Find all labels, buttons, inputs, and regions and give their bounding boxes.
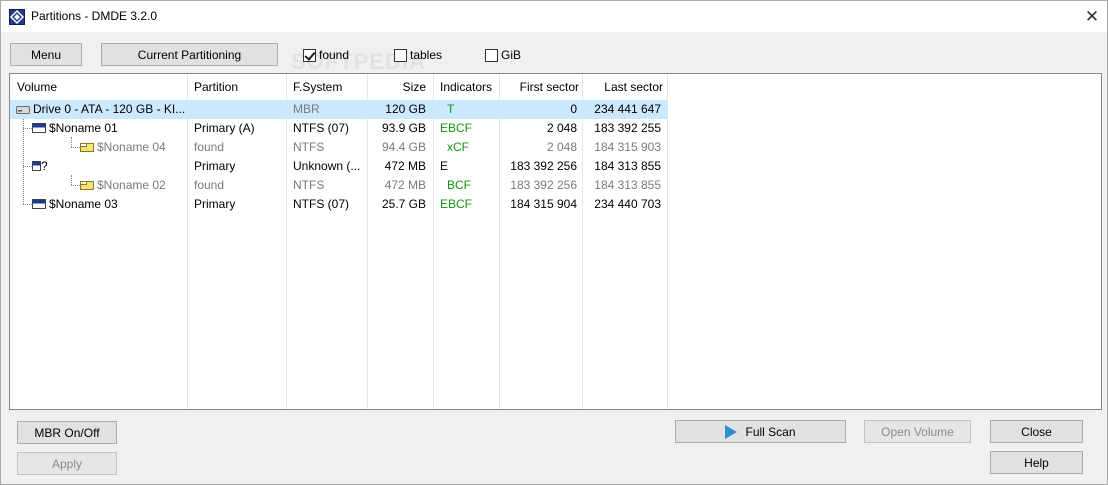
menu-button[interactable]: Menu: [10, 43, 82, 66]
partition-cell: Primary: [194, 197, 236, 211]
window-close-icon[interactable]: ✕: [1077, 1, 1107, 32]
table-row[interactable]: $Noname 04 found NTFS 94.4 GB xCF 2 048 …: [10, 138, 668, 157]
help-button[interactable]: Help: [990, 451, 1083, 474]
partition-icon: [32, 199, 46, 209]
partitions-window: Partitions - DMDE 3.2.0 ✕ Menu Current P…: [0, 0, 1108, 485]
first-sector-cell: 0: [570, 102, 577, 116]
full-scan-button[interactable]: Full Scan: [675, 420, 846, 443]
column-header-first-sector[interactable]: First sector: [500, 74, 579, 100]
column-header-last-sector[interactable]: Last sector: [583, 74, 663, 100]
dmde-app-icon: [9, 9, 25, 25]
tables-checkbox-box[interactable]: [394, 48, 407, 62]
play-icon: [725, 424, 738, 439]
first-sector-cell: 183 392 256: [510, 159, 577, 173]
table-row[interactable]: ? Primary Unknown (... 472 MB E 183 392 …: [10, 157, 668, 176]
title-bar: Partitions - DMDE 3.2.0 ✕: [1, 1, 1107, 32]
indicators-cell: E: [440, 159, 449, 173]
tables-checkbox[interactable]: tables: [394, 47, 442, 63]
current-partitioning-button[interactable]: Current Partitioning: [101, 43, 278, 66]
gib-checkbox[interactable]: GiB: [485, 47, 521, 63]
size-cell: 25.7 GB: [381, 197, 426, 211]
volume-cell: $Noname 02: [97, 178, 166, 192]
partition-cell: Primary (A): [194, 121, 255, 135]
column-header-indicators[interactable]: Indicators: [440, 74, 492, 100]
last-sector-cell: 184 313 855: [594, 178, 661, 192]
first-sector-cell: 2 048: [546, 140, 577, 154]
fsystem-cell: NTFS: [293, 140, 325, 154]
last-sector-cell: 183 392 255: [594, 121, 661, 135]
found-volume-icon: [80, 181, 94, 190]
column-header-size[interactable]: Size: [368, 74, 426, 100]
indicators-cell: xCF: [447, 140, 469, 154]
mbr-onoff-button[interactable]: MBR On/Off: [17, 421, 117, 444]
first-sector-cell: 183 392 256: [510, 178, 577, 192]
last-sector-cell: 234 441 647: [594, 102, 661, 116]
partition-cell: Primary: [194, 159, 236, 173]
close-button[interactable]: Close: [990, 420, 1083, 443]
last-sector-cell: 184 313 855: [594, 159, 661, 173]
indicators-cell: T: [447, 102, 455, 116]
fsystem-cell: MBR: [293, 102, 320, 116]
gib-checkbox-box[interactable]: [485, 48, 498, 62]
full-scan-label: Full Scan: [745, 424, 796, 439]
open-volume-button[interactable]: Open Volume: [864, 420, 971, 443]
volume-cell: $Noname 04: [97, 140, 166, 154]
first-sector-cell: 184 315 904: [510, 197, 577, 211]
first-sector-cell: 2 048: [546, 121, 577, 135]
table-row[interactable]: Drive 0 - ATA - 120 GB - KI... MBR 120 G…: [10, 100, 668, 119]
indicators-cell: EBCF: [440, 197, 473, 211]
drive-icon: [16, 106, 30, 114]
volume-cell: ?: [41, 159, 48, 173]
table-row[interactable]: $Noname 03 Primary NTFS (07) 25.7 GB EBC…: [10, 195, 668, 214]
gib-checkbox-label: GiB: [501, 48, 522, 62]
table-row[interactable]: $Noname 01 Primary (A) NTFS (07) 93.9 GB…: [10, 119, 668, 138]
partition-cell: found: [194, 140, 225, 154]
fsystem-cell: NTFS (07): [293, 197, 350, 211]
size-cell: 472 MB: [384, 159, 426, 173]
volume-cell: $Noname 01: [49, 121, 118, 135]
size-cell: 94.4 GB: [381, 140, 426, 154]
tables-checkbox-label: tables: [410, 48, 443, 62]
size-cell: 120 GB: [385, 102, 426, 116]
partition-cell: found: [194, 178, 225, 192]
column-header-fsystem[interactable]: F.System: [293, 74, 342, 100]
size-cell: 93.9 GB: [381, 121, 426, 135]
table-row[interactable]: $Noname 02 found NTFS 472 MB BCF 183 392…: [10, 176, 668, 195]
fsystem-cell: Unknown (...: [293, 159, 361, 173]
indicators-cell: EBCF: [440, 121, 473, 135]
last-sector-cell: 184 315 903: [594, 140, 661, 154]
partition-icon: [32, 123, 46, 133]
volume-cell: $Noname 03: [49, 197, 118, 211]
indicators-cell: BCF: [447, 178, 471, 192]
column-header-partition[interactable]: Partition: [194, 74, 238, 100]
apply-button[interactable]: Apply: [17, 452, 117, 475]
fsystem-cell: NTFS (07): [293, 121, 350, 135]
column-header-volume[interactable]: Volume: [17, 74, 57, 100]
partition-list[interactable]: Volume Partition F.System Size Indicator…: [9, 73, 1102, 410]
volume-cell: Drive 0 - ATA - 120 GB - KI...: [33, 102, 185, 116]
last-sector-cell: 234 440 703: [594, 197, 661, 211]
found-volume-icon: [80, 143, 94, 152]
window-title: Partitions - DMDE 3.2.0: [31, 9, 158, 23]
fsystem-cell: NTFS: [293, 178, 325, 192]
size-cell: 472 MB: [384, 178, 426, 192]
